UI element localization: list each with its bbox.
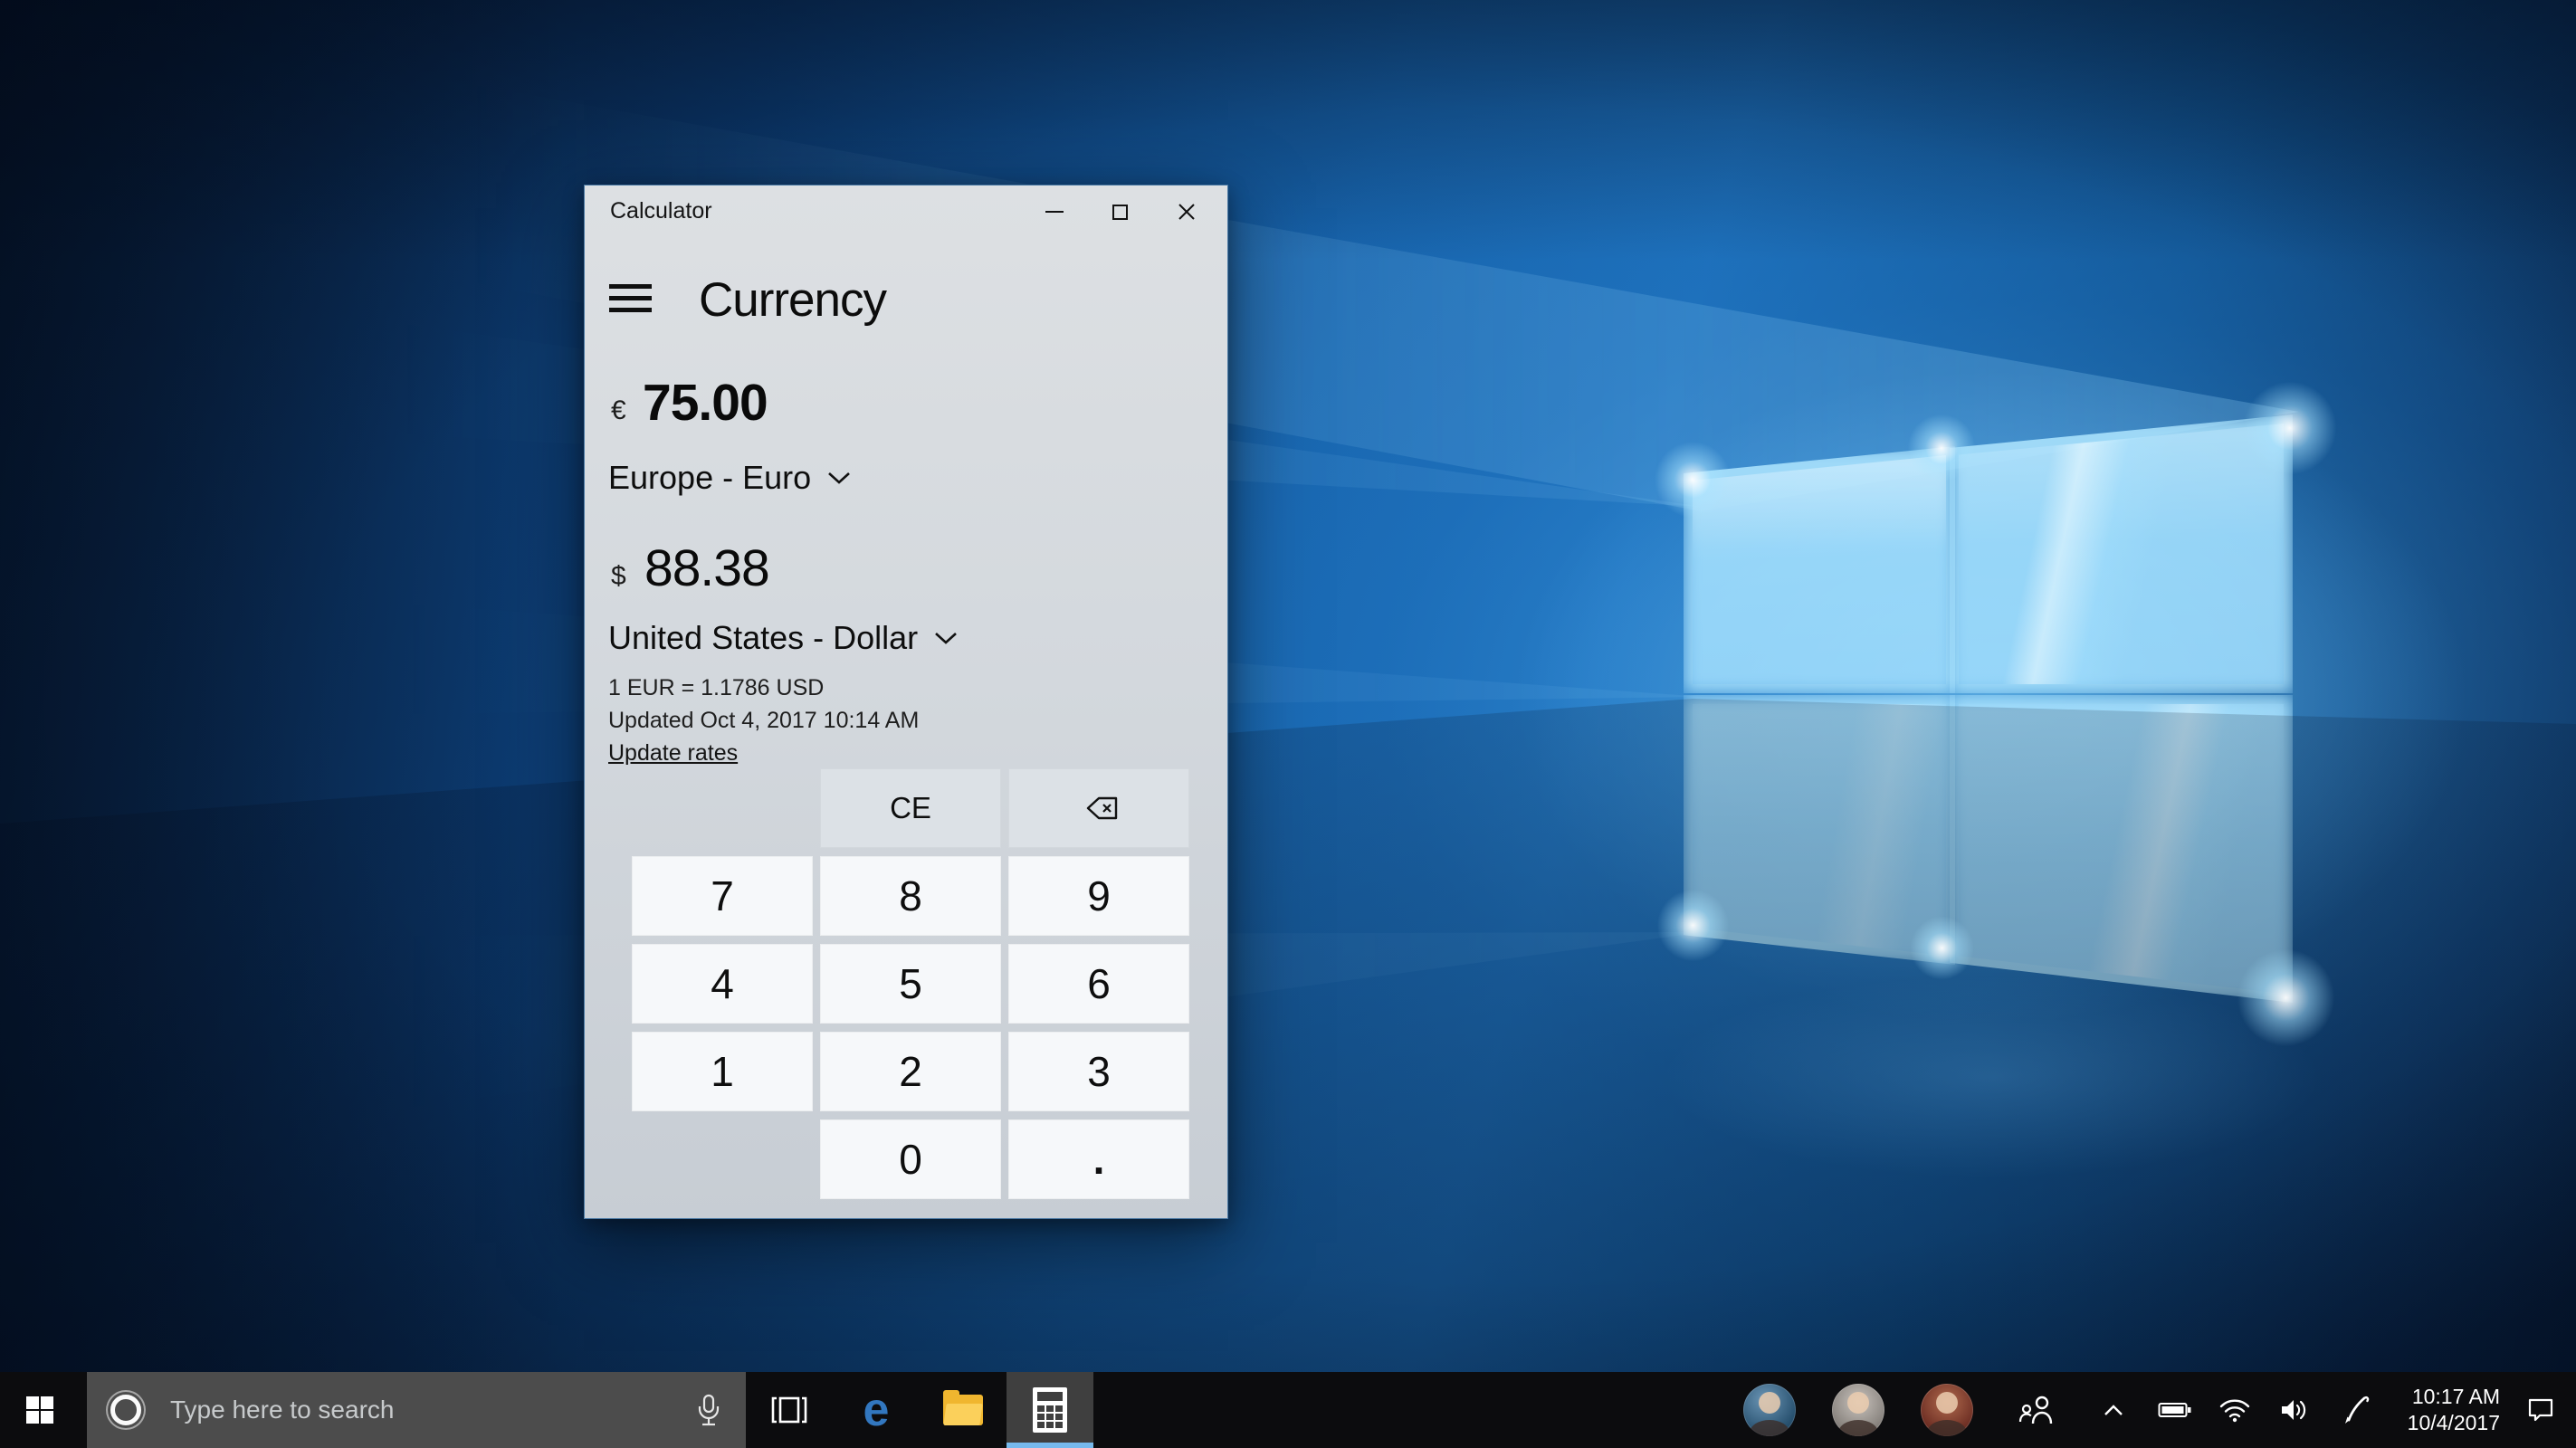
clock[interactable]: 10:17 AM 10/4/2017 <box>2388 1372 2505 1448</box>
clear-entry-button[interactable]: CE <box>820 768 1001 848</box>
task-view-button[interactable] <box>746 1372 833 1448</box>
battery-icon <box>2158 1401 2192 1419</box>
contact-avatar <box>1743 1384 1796 1436</box>
maximize-button[interactable] <box>1087 186 1153 238</box>
digit-1-button[interactable]: 1 <box>632 1032 813 1111</box>
to-value[interactable]: 88.38 <box>644 538 769 598</box>
contact-avatar <box>1832 1384 1884 1436</box>
digit-6-button[interactable]: 6 <box>1008 944 1189 1024</box>
calculator-window: Calculator Currency <box>584 185 1228 1219</box>
digit-0-button[interactable]: 0 <box>820 1119 1001 1199</box>
taskbar-search[interactable] <box>87 1372 746 1448</box>
desktop-wallpaper <box>0 0 2576 1448</box>
calculator-app-button[interactable] <box>1007 1372 1093 1448</box>
wallpaper-vignette <box>0 0 2576 1448</box>
search-input[interactable] <box>170 1372 659 1448</box>
decimal-button[interactable]: . <box>1008 1119 1189 1199</box>
backspace-button[interactable] <box>1008 768 1189 848</box>
digit-7-button[interactable]: 7 <box>632 856 813 936</box>
keypad-spacer <box>632 1119 813 1199</box>
taskbar-app-icons: e <box>746 1372 1093 1448</box>
people-contact-2[interactable] <box>1814 1372 1903 1448</box>
update-rates-link[interactable]: Update rates <box>608 740 738 767</box>
digit-9-button[interactable]: 9 <box>1008 856 1189 936</box>
from-currency-label: Europe - Euro <box>608 459 811 497</box>
calculator-icon <box>1033 1387 1067 1433</box>
window-title: Calculator <box>610 198 712 224</box>
rate-updated-timestamp: Updated Oct 4, 2017 10:14 AM <box>608 708 919 734</box>
clock-date: 10/4/2017 <box>2408 1410 2500 1436</box>
to-currency-label: United States - Dollar <box>608 619 918 657</box>
pen-icon <box>2342 1395 2371 1425</box>
from-currency-selector[interactable]: Europe - Euro <box>608 459 851 497</box>
digit-5-button[interactable]: 5 <box>820 944 1001 1024</box>
volume-button[interactable] <box>2265 1372 2324 1448</box>
chevron-down-icon <box>934 632 958 645</box>
from-currency-symbol: € <box>611 395 626 426</box>
action-center-button[interactable] <box>2505 1372 2576 1448</box>
cortana-circle-icon <box>110 1395 141 1425</box>
battery-button[interactable] <box>2145 1372 2205 1448</box>
folder-icon <box>943 1395 983 1425</box>
task-view-icon <box>771 1396 807 1424</box>
people-contact-1[interactable] <box>1725 1372 1814 1448</box>
minimize-icon <box>1045 211 1064 213</box>
tray-expand-button[interactable] <box>2082 1372 2145 1448</box>
edge-icon: e <box>863 1386 890 1434</box>
keypad: CE 7 8 9 4 5 6 1 2 3 0 . <box>632 768 1189 1199</box>
from-value[interactable]: 75.00 <box>643 373 768 433</box>
active-app-underline <box>1007 1443 1093 1448</box>
window-controls <box>1021 186 1219 238</box>
keypad-spacer <box>632 768 813 848</box>
maximize-icon <box>1112 205 1128 220</box>
menu-button[interactable] <box>609 284 652 312</box>
mic-icon[interactable] <box>697 1394 720 1428</box>
minimize-button[interactable] <box>1021 186 1087 238</box>
chevron-down-icon <box>827 472 851 485</box>
hamburger-icon <box>609 284 652 289</box>
close-icon <box>1177 202 1197 222</box>
digit-2-button[interactable]: 2 <box>820 1032 1001 1111</box>
backspace-icon <box>1077 794 1121 823</box>
to-currency-selector[interactable]: United States - Dollar <box>608 619 958 657</box>
wifi-icon <box>2218 1397 2251 1423</box>
page-title: Currency <box>699 272 886 328</box>
edge-button[interactable]: e <box>833 1372 920 1448</box>
desktop: Calculator Currency <box>0 0 2576 1448</box>
taskbar: e <box>0 1372 2576 1448</box>
digit-3-button[interactable]: 3 <box>1008 1032 1189 1111</box>
contact-avatar <box>1921 1384 1973 1436</box>
to-currency-symbol: $ <box>611 561 626 592</box>
windows-logo-icon <box>26 1396 53 1424</box>
hamburger-icon <box>609 296 652 300</box>
digit-4-button[interactable]: 4 <box>632 944 813 1024</box>
system-tray: 10:17 AM 10/4/2017 <box>1725 1372 2576 1448</box>
windows-ink-button[interactable] <box>2324 1372 2388 1448</box>
file-explorer-button[interactable] <box>920 1372 1007 1448</box>
volume-icon <box>2279 1397 2310 1423</box>
close-button[interactable] <box>1153 186 1219 238</box>
people-icon <box>2018 1395 2055 1425</box>
start-button[interactable] <box>0 1372 80 1448</box>
action-center-icon <box>2526 1396 2555 1424</box>
wifi-button[interactable] <box>2205 1372 2265 1448</box>
people-contact-3[interactable] <box>1903 1372 1991 1448</box>
digit-8-button[interactable]: 8 <box>820 856 1001 936</box>
clock-time: 10:17 AM <box>2412 1384 2500 1410</box>
chevron-up-icon <box>2103 1404 2124 1416</box>
people-button[interactable] <box>1991 1372 2082 1448</box>
hamburger-icon <box>609 308 652 312</box>
title-bar[interactable]: Calculator <box>585 186 1227 238</box>
exchange-rate: 1 EUR = 1.1786 USD <box>608 675 824 701</box>
